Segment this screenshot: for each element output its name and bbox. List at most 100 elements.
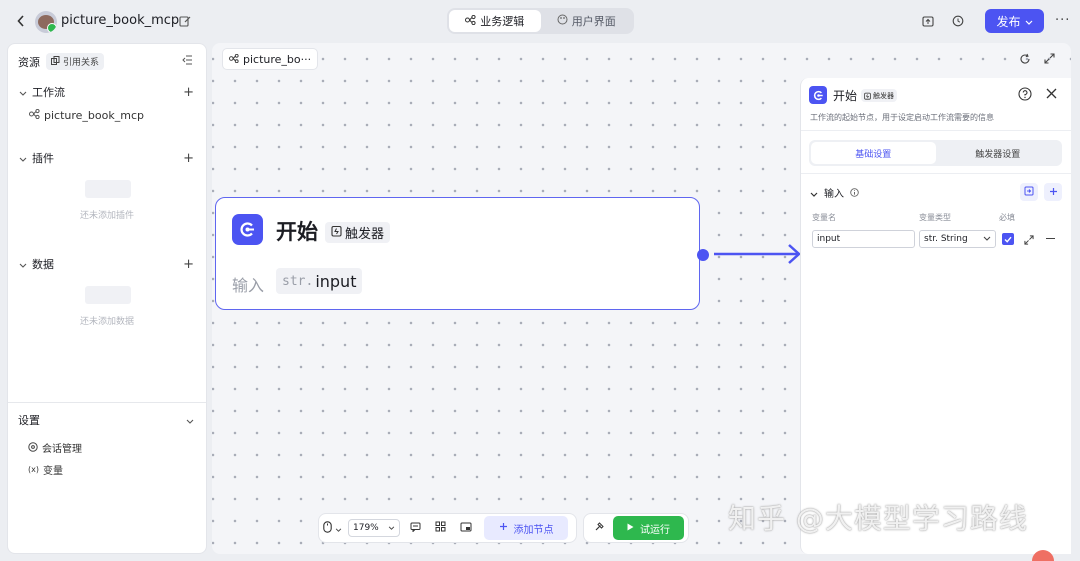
more-icon[interactable]: ··· — [1055, 13, 1070, 28]
canvas-tab[interactable]: picture_bo··· — [222, 48, 319, 70]
col-var-type: 变量类型 — [919, 213, 951, 222]
chevron-down-icon — [335, 521, 342, 535]
divider — [801, 173, 1071, 174]
output-port[interactable] — [697, 249, 709, 261]
plus-icon — [499, 522, 508, 534]
app-avatar — [35, 11, 57, 33]
minimap-icon[interactable] — [460, 521, 472, 535]
required-checkbox[interactable] — [1002, 233, 1014, 245]
history-icon[interactable] — [951, 14, 965, 28]
layout-icon[interactable] — [435, 521, 446, 535]
settings-section-header[interactable]: 设置 — [18, 412, 194, 428]
chevron-down-icon — [186, 413, 194, 427]
flow-icon — [29, 108, 40, 122]
plus-icon — [1049, 185, 1058, 199]
app-name: picture_book_mcp — [61, 13, 180, 28]
expand-icon[interactable] — [1024, 234, 1034, 248]
remove-variable-icon[interactable] — [1046, 238, 1055, 240]
link-icon — [51, 55, 60, 68]
add-data-icon[interactable]: + — [183, 257, 194, 272]
watermark: 知乎 @大模型学习路线 — [728, 502, 1028, 535]
settings-item-conversation[interactable]: 会话管理 — [28, 440, 82, 455]
start-node[interactable]: 开始 触发器 输入 str. input — [215, 197, 700, 310]
chevron-down-icon — [19, 151, 27, 165]
var-name: input — [315, 271, 357, 291]
play-icon — [627, 523, 634, 534]
check-icon — [1004, 232, 1012, 246]
trigger-badge: 触发器 — [325, 222, 391, 243]
import-button[interactable] — [1020, 183, 1038, 201]
debug-icon[interactable] — [594, 521, 605, 535]
info-icon — [850, 186, 859, 200]
plugin-empty-text: 还未添加插件 — [80, 211, 135, 221]
input-section-header[interactable]: 输入 — [810, 185, 859, 200]
panel-description: 工作流的起始节点，用于设定启动工作流需要的信息 — [810, 113, 994, 122]
mouse-mode-button[interactable] — [323, 520, 342, 536]
chevron-down-icon — [983, 234, 991, 244]
settings-title: 设置 — [18, 414, 40, 427]
workflow-item-label: picture_book_mcp — [44, 108, 144, 122]
publish-label: 发布 — [996, 14, 1021, 29]
add-workflow-icon[interactable]: + — [183, 85, 194, 100]
settings-item-label: 会话管理 — [42, 444, 82, 455]
settings-item-variable[interactable]: (x) 变量 — [28, 462, 63, 477]
refresh-icon[interactable] — [1019, 53, 1031, 68]
var-type-value: str. String — [924, 234, 968, 244]
col-var-name: 变量名 — [812, 213, 836, 222]
divider — [8, 402, 206, 403]
data-empty-text: 还未添加数据 — [80, 317, 135, 327]
collapse-sidebar-icon[interactable] — [182, 54, 193, 68]
test-run-label: 试运行 — [640, 524, 670, 536]
plugin-title: 插件 — [32, 152, 54, 165]
close-icon[interactable] — [1046, 88, 1057, 102]
expand-icon[interactable] — [1044, 53, 1055, 67]
workflow-title: 工作流 — [32, 86, 65, 99]
sidebar-header: 资源 引用关系 — [18, 53, 105, 70]
tab-user-interface[interactable]: 用户界面 — [541, 10, 633, 32]
var-name-value: input — [817, 234, 841, 244]
chevron-down-icon — [19, 85, 27, 99]
reference-button[interactable]: 引用关系 — [46, 53, 105, 70]
upload-icon[interactable] — [921, 14, 935, 28]
add-variable-button[interactable] — [1044, 183, 1062, 201]
help-icon[interactable] — [1018, 87, 1032, 104]
tab-label: 业务逻辑 — [480, 15, 525, 28]
node-title: 开始 — [276, 220, 318, 244]
trigger-icon — [864, 89, 871, 103]
tab-trigger-settings[interactable]: 触发器设置 — [936, 142, 1061, 164]
var-type-select[interactable]: str. String — [919, 230, 996, 248]
tab-label: 用户界面 — [571, 15, 616, 28]
zoom-value: 179% — [353, 523, 379, 533]
tab-basic-settings[interactable]: 基础设置 — [811, 142, 936, 164]
mouse-icon — [323, 520, 332, 536]
workflow-section-header[interactable]: 工作流 + — [19, 84, 194, 100]
input-section-title: 输入 — [824, 189, 844, 200]
add-node-button[interactable]: 添加节点 — [484, 516, 568, 540]
add-node-label: 添加节点 — [513, 524, 554, 536]
empty-illustration — [85, 286, 131, 304]
sidebar-title: 资源 — [18, 55, 40, 69]
zoom-select[interactable]: 179% — [348, 519, 400, 537]
chevron-down-icon — [810, 186, 818, 200]
test-run-button[interactable]: 试运行 — [613, 516, 684, 540]
chat-icon — [28, 441, 38, 455]
canvas-toolbar: 179% 添加节点 — [318, 513, 577, 543]
tab-business-logic[interactable]: 业务逻辑 — [449, 10, 541, 32]
resource-sidebar: 资源 引用关系 工作流 + picture_book_mcp 插件 + 还未添加… — [7, 43, 207, 554]
start-icon — [809, 86, 827, 104]
data-title: 数据 — [32, 258, 54, 271]
back-icon[interactable] — [14, 13, 28, 29]
trigger-icon — [331, 225, 342, 240]
data-section-header[interactable]: 数据 + — [19, 256, 194, 272]
add-plugin-icon[interactable]: + — [183, 151, 194, 166]
comment-icon[interactable] — [410, 521, 421, 535]
canvas-tab-label: picture_bo··· — [243, 52, 312, 66]
plugin-section-header[interactable]: 插件 + — [19, 150, 194, 166]
workflow-item[interactable]: picture_book_mcp — [29, 108, 144, 122]
chevron-down-icon — [1025, 14, 1033, 28]
panel-tabs: 基础设置 触发器设置 — [809, 140, 1062, 166]
publish-button[interactable]: 发布 — [985, 9, 1044, 33]
connector-arrow — [714, 244, 801, 264]
edit-icon[interactable] — [178, 14, 192, 28]
var-name-input[interactable]: input — [812, 230, 915, 248]
